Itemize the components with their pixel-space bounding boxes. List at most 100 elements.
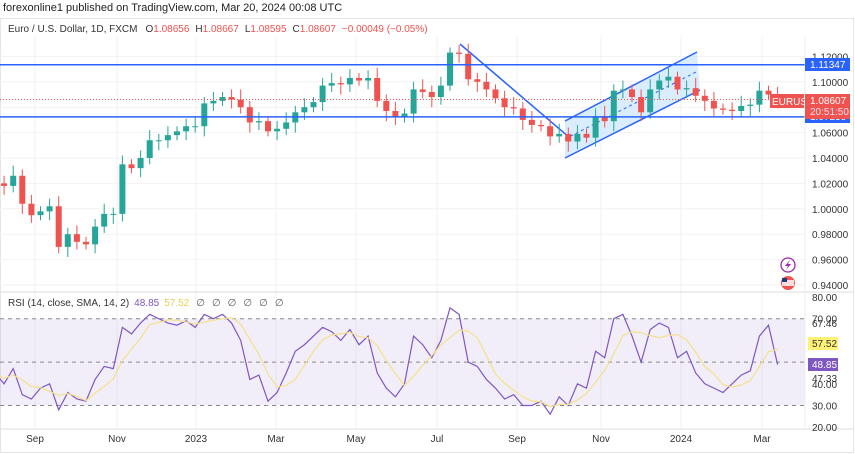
candle-up [592, 116, 599, 138]
candle-down [265, 121, 271, 132]
candle-down [237, 99, 244, 108]
time-tick-label: 2024 [670, 434, 693, 445]
candle-up [274, 128, 281, 132]
candle-up [37, 211, 44, 216]
candle-down [710, 100, 717, 109]
candle-up [283, 122, 290, 129]
candle-down [701, 95, 708, 101]
candle-up [346, 77, 353, 85]
candle-down [1, 183, 8, 186]
candle-up [146, 140, 153, 158]
rsi-tick-label: 80.00 [812, 293, 837, 304]
svg-text:RSI (14, close, SMA, 14, 2)48.: RSI (14, close, SMA, 14, 2) 48.85 57.52 ∅ ∅ ∅… [8, 298, 284, 309]
candle-down [128, 164, 135, 169]
price-tick-label: 1.04000 [812, 154, 849, 165]
candle-up [574, 133, 581, 142]
candle-up [92, 226, 99, 245]
candle-up [647, 89, 654, 113]
svg-text:1.08607: 1.08607 [810, 96, 847, 107]
candle-up [665, 76, 672, 81]
candle-down [629, 89, 635, 98]
rsi-legend-label: RSI (14, close, SMA, 14, 2) [8, 298, 129, 309]
price-tick-label: 1.00000 [812, 205, 849, 216]
candle-down [547, 126, 554, 137]
candle-up [447, 52, 453, 86]
candle-down [565, 133, 572, 142]
candle-down [246, 107, 253, 123]
candle-up [137, 158, 144, 169]
candle-up [556, 133, 563, 137]
price-tick-label: 1.10000 [812, 78, 849, 89]
svg-text:57.52: 57.52 [812, 339, 837, 350]
candle-down [83, 241, 89, 245]
rsi-tick-label: 20.00 [812, 423, 837, 434]
candle-down [356, 77, 362, 81]
price-tick-label: 1.06000 [812, 129, 849, 140]
candle-up [119, 164, 126, 214]
candle-down [374, 77, 381, 101]
price-tick-label: 1.02000 [812, 179, 849, 190]
legend-symbol: Euro / U.S. Dollar, 1D, FXCM [8, 24, 137, 35]
candle-down [73, 234, 80, 242]
svg-text:48.85: 48.85 [812, 360, 837, 371]
candle-down [419, 89, 426, 92]
candle-up [437, 85, 444, 98]
candle-down [428, 91, 435, 98]
time-tick-label: Jul [431, 434, 444, 445]
candle-up [747, 104, 754, 106]
tradingview-chart: forexonline1 published on TradingView.co… [0, 0, 855, 454]
candle-down [474, 79, 481, 82]
candle-up [328, 83, 335, 86]
svg-text:20:51:50: 20:51:50 [810, 107, 849, 118]
candle-down [483, 81, 490, 90]
candle-down [729, 109, 736, 112]
time-tick-label: Nov [592, 434, 610, 445]
parallel-channel[interactable] [565, 52, 700, 158]
candle-up [64, 234, 71, 247]
candle-down [519, 108, 526, 120]
price-tick-label: 0.98000 [812, 230, 849, 241]
candle-up [656, 80, 663, 90]
candle-up [310, 102, 317, 108]
candle-up [410, 89, 417, 114]
rsi-tick-label: 30.00 [812, 402, 837, 413]
us-flag-icon[interactable] [781, 276, 795, 290]
candle-down [492, 89, 499, 99]
candle-down [465, 53, 472, 80]
chart-canvas[interactable]: 1.140001.120001.100001.080001.060001.040… [0, 0, 855, 454]
candle-down [674, 76, 681, 90]
candle-up [10, 175, 17, 186]
candle-up [738, 105, 745, 112]
time-tick-label: Mar [753, 434, 771, 445]
candle-down [456, 52, 463, 54]
candle-up [101, 213, 108, 227]
svg-text:47.33: 47.33 [812, 374, 837, 385]
candle-up [183, 126, 190, 132]
candle-up [164, 135, 171, 141]
candle-up [210, 100, 217, 104]
candle-up [619, 89, 626, 91]
candle-down [383, 100, 390, 112]
svg-text:Euro / U.S. Dollar, 1D, FXCMO1: Euro / U.S. Dollar, 1D, FXCM O1.08656 H1.0… [8, 24, 428, 35]
candle-down [19, 175, 26, 204]
svg-text:1.11347: 1.11347 [810, 60, 846, 71]
candle-up [683, 88, 690, 90]
candle-up [110, 213, 117, 215]
candle-up [46, 206, 53, 212]
price-tick-label: 0.94000 [812, 281, 849, 292]
candle-up [365, 77, 372, 81]
candle-down [510, 107, 517, 109]
candle-down [765, 90, 772, 95]
candle-down [55, 206, 62, 247]
candle-down [583, 133, 590, 138]
candle-up [174, 131, 180, 136]
time-tick-label: May [347, 434, 366, 445]
candle-up [192, 126, 199, 128]
time-tick-label: Mar [267, 434, 285, 445]
lightning-icon[interactable] [780, 257, 796, 273]
candle-down [337, 83, 344, 85]
candle-down [692, 88, 699, 96]
downtrend-line[interactable] [459, 43, 571, 139]
candle-up [301, 107, 308, 113]
time-tick-label: Nov [108, 434, 126, 445]
